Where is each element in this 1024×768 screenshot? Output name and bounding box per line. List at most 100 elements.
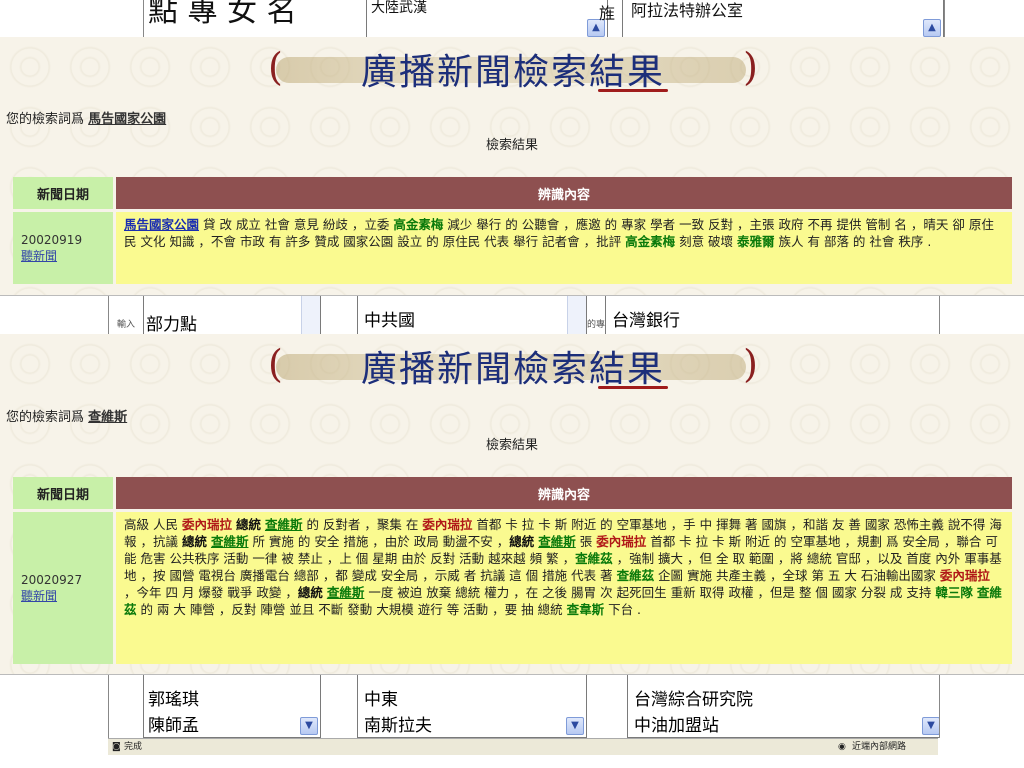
news-date-cell: 20020927 聽新聞 bbox=[13, 512, 113, 664]
background-window-top: 點 專 女 名 大陸武漢 ▲ 旌 阿拉法特辦公室 ▲ bbox=[143, 0, 945, 38]
content-text: 族人 有 部落 的 社會 秩序 . bbox=[774, 234, 932, 249]
background-list-right: 台灣銀行 bbox=[605, 295, 939, 334]
recognized-content: 馬告國家公園 貸 改 成立 社會 意見 紛歧 ，立委 高金素梅 減少 舉行 的 … bbox=[116, 212, 1012, 284]
panel-title-banner: ( ) 廣播新聞檢索結果 bbox=[268, 340, 758, 392]
highlighted-term[interactable]: 馬告國家公園 bbox=[124, 217, 199, 232]
col-header-content: 辨識內容 bbox=[116, 177, 1012, 209]
content-text: ，今年 四 月 爆發 戰爭 政變 ， bbox=[124, 585, 298, 600]
status-text: 完成 bbox=[124, 742, 143, 752]
background-list-left: 部力點 bbox=[143, 295, 321, 334]
highlighted-term[interactable]: 查維斯 bbox=[538, 534, 576, 549]
background-list-item: 中共國 bbox=[364, 311, 415, 331]
background-list-box: 大陸武漢 ▲ bbox=[366, 0, 608, 38]
news-date-cell: 20020919 聽新聞 bbox=[13, 212, 113, 284]
background-heading-text: 點 專 女 名 bbox=[148, 0, 297, 29]
zone-text: 近端內部網路 bbox=[852, 742, 907, 752]
col-header-date: 新聞日期 bbox=[13, 177, 113, 209]
background-list-item: 南斯拉夫 bbox=[364, 716, 432, 736]
results-label: 檢索結果 bbox=[485, 138, 538, 153]
background-list-text-right: 阿拉法特辦公室 bbox=[631, 1, 744, 20]
highlighted-term: 總統 bbox=[509, 534, 535, 549]
highlighted-term: 總統 bbox=[235, 517, 261, 532]
highlighted-term: 委內瑞拉 bbox=[596, 534, 647, 549]
highlighted-term: 總統 bbox=[181, 534, 207, 549]
page-title: 廣播新聞檢索結果 bbox=[360, 349, 665, 390]
col-header-date: 新聞日期 bbox=[13, 477, 113, 509]
listen-news-link[interactable]: 聽新聞 bbox=[21, 589, 57, 603]
content-text: 高級 人民 bbox=[124, 517, 182, 532]
ie-page-icon: ◙ bbox=[112, 742, 121, 752]
scroll-up-icon[interactable]: ▲ bbox=[923, 19, 941, 37]
recognized-content: 高級 人民 委內瑞拉 總統 查維斯 的 反對者 ，聚集 在 委內瑞拉 首都 卡 … bbox=[116, 512, 1012, 664]
highlighted-term: 泰雅爾 bbox=[737, 234, 775, 249]
background-list-item: 台灣綜合研究院 bbox=[634, 690, 753, 710]
background-window-bottom: 郭瑤琪 陳師孟 ▼ 中東 南斯拉夫 ▼ 台灣綜合研究院 中油加盟站 ▼ bbox=[108, 674, 940, 738]
background-list-item: 陳師孟 bbox=[148, 716, 199, 736]
scrollbar[interactable] bbox=[567, 295, 586, 334]
table-row: 20020919 聽新聞 馬告國家公園 貸 改 成立 社會 意見 紛歧 ，立委 … bbox=[13, 212, 1012, 284]
content-text: 一度 被迫 放棄 總統 權力 ，在 之後 腸胃 次 起死回生 重新 取得 政權 … bbox=[364, 585, 936, 600]
highlighted-term: 查維茲 bbox=[575, 551, 613, 566]
highlighted-term: 查維茲 bbox=[616, 568, 655, 583]
content-text: 張 bbox=[575, 534, 597, 549]
background-list-text: 大陸武漢 bbox=[371, 0, 427, 16]
results-table: 新聞日期 辨識內容 20020927 聽新聞 高級 人民 委內瑞拉 總統 查維斯… bbox=[10, 474, 1015, 667]
query-term: 查維斯 bbox=[88, 410, 128, 425]
background-list-right: 台灣綜合研究院 中油加盟站 ▼ bbox=[627, 674, 939, 738]
title-underline-decoration bbox=[598, 89, 668, 92]
background-list-item: 郭瑤琪 bbox=[148, 690, 199, 710]
content-text: 企圖 實施 共產主義 ，全球 第 五 大 石油輸出國家 bbox=[654, 568, 940, 583]
table-header-row: 新聞日期 辨識內容 bbox=[13, 177, 1012, 209]
listen-news-link[interactable]: 聽新聞 bbox=[21, 249, 57, 263]
news-date: 20020919 bbox=[21, 232, 83, 247]
background-label-right: 的專 bbox=[587, 320, 606, 330]
background-list-item: 中東 bbox=[364, 690, 398, 710]
highlighted-term: 高金素梅 bbox=[393, 217, 444, 232]
query-line: 您的檢索詞爲 查維斯 bbox=[6, 406, 127, 425]
scroll-down-icon[interactable]: ▼ bbox=[922, 717, 939, 735]
highlighted-term: 委內瑞拉 bbox=[939, 568, 990, 583]
result-panel-1: ( ) 廣播新聞檢索結果 您的檢索詞爲 馬告國家公園 檢索結果 新聞日期 辨識內… bbox=[0, 37, 1024, 296]
highlighted-term: 委內瑞拉 bbox=[181, 517, 232, 532]
table-header-row: 新聞日期 辨識內容 bbox=[13, 477, 1012, 509]
background-list-left: 郭瑤琪 陳師孟 ▼ bbox=[143, 674, 321, 738]
intranet-zone-icon: ◉ bbox=[838, 742, 846, 752]
highlighted-term[interactable]: 查維斯 bbox=[327, 585, 365, 600]
query-term: 馬告國家公園 bbox=[88, 112, 167, 127]
table-row: 20020927 聽新聞 高級 人民 委內瑞拉 總統 查維斯 的 反對者 ，聚集… bbox=[13, 512, 1012, 664]
content-text: 下台 . bbox=[604, 602, 642, 617]
highlighted-term: 查韋斯 bbox=[566, 602, 605, 617]
status-bar: ◙ 完成 ◉ 近端內部網路 bbox=[108, 738, 938, 755]
panel-title-banner: ( ) 廣播新聞檢索結果 bbox=[268, 43, 758, 95]
query-label: 您的檢索詞爲 bbox=[6, 410, 85, 425]
content-text: 刻意 破壞 bbox=[675, 234, 738, 249]
query-line: 您的檢索詞爲 馬告國家公園 bbox=[6, 108, 166, 127]
background-list-item: 中油加盟站 bbox=[634, 716, 719, 736]
results-label: 檢索結果 bbox=[485, 438, 538, 453]
background-list-center: 中東 南斯拉夫 ▼ bbox=[357, 674, 587, 738]
result-panel-2: ( ) 廣播新聞檢索結果 您的檢索詞爲 查維斯 檢索結果 新聞日期 辨識內容 2… bbox=[0, 334, 1024, 675]
background-list-center: 中共國 bbox=[357, 295, 587, 334]
scroll-down-icon[interactable]: ▼ bbox=[566, 717, 584, 735]
highlighted-term: 總統 bbox=[297, 585, 323, 600]
scrollbar[interactable] bbox=[301, 295, 320, 334]
query-label: 您的檢索詞爲 bbox=[6, 112, 85, 127]
background-list-item: 台灣銀行 bbox=[612, 311, 680, 331]
highlighted-term[interactable]: 查維斯 bbox=[211, 534, 249, 549]
col-header-content: 辨識內容 bbox=[116, 477, 1012, 509]
background-label-left: 輸入 bbox=[117, 320, 136, 330]
highlighted-term: 委內瑞拉 bbox=[422, 517, 473, 532]
results-table: 新聞日期 辨識內容 20020919 聽新聞 馬告國家公園 貸 改 成立 社會 … bbox=[10, 174, 1015, 287]
page-title: 廣播新聞檢索結果 bbox=[360, 52, 665, 93]
highlighted-term: 韓三隊 bbox=[935, 585, 973, 600]
background-window-middle: 輸入 部力點 中共國 的專 台灣銀行 bbox=[108, 295, 940, 334]
highlighted-term[interactable]: 查維斯 bbox=[265, 517, 303, 532]
content-text: 所 實施 的 安全 措施 ，由於 政局 動盪不安 ， bbox=[248, 534, 510, 549]
highlighted-term: 高金素梅 bbox=[625, 234, 676, 249]
content-text: 貸 改 成立 社會 意見 紛歧 ，立委 bbox=[199, 217, 394, 232]
content-text: 的 反對者 ，聚集 在 bbox=[302, 517, 423, 532]
background-list-item: 部力點 bbox=[146, 315, 197, 334]
news-date: 20020927 bbox=[21, 572, 83, 587]
scroll-down-icon[interactable]: ▼ bbox=[300, 717, 318, 735]
title-underline-decoration bbox=[598, 386, 668, 389]
